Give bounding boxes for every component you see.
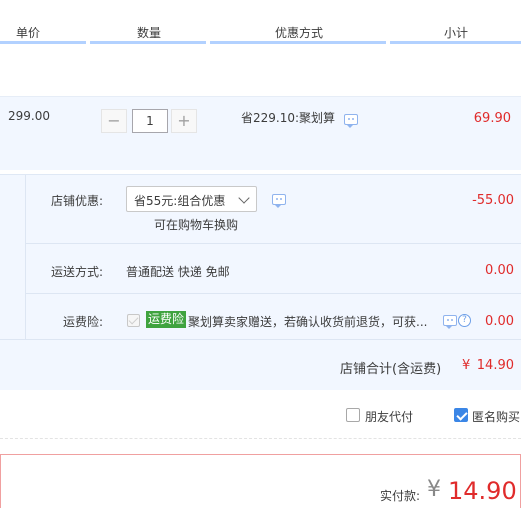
- row-divider: [26, 293, 521, 294]
- shop-discount-hint: 可在购物车换购: [154, 218, 239, 232]
- anonymous-purchase-label[interactable]: 匿名购买: [472, 408, 520, 425]
- friend-pay-checkbox[interactable]: [346, 408, 360, 422]
- order-options: 朋友代付 匿名购买: [0, 391, 521, 439]
- shop-section: 店铺优惠: 省55元:组合优惠 可在购物车换购 -55.00 运送方式: 普通配…: [0, 174, 521, 390]
- chat-icon[interactable]: [344, 114, 358, 128]
- shipping-label: 运送方式:: [51, 265, 104, 279]
- payment-currency: ¥: [427, 477, 441, 502]
- header-divider: [210, 41, 386, 44]
- shop-discount-select-value: 省55元:组合优惠: [134, 194, 226, 208]
- shop-discount-select[interactable]: 省55元:组合优惠: [126, 186, 257, 212]
- quantity-input[interactable]: 1: [132, 109, 168, 133]
- insurance-label: 运费险:: [63, 315, 104, 329]
- shipping-amount: 0.00: [485, 263, 514, 278]
- payment-summary: 实付款: ¥ 14.90: [0, 454, 521, 508]
- increase-quantity-button[interactable]: +: [171, 109, 197, 133]
- chevron-down-icon: [238, 192, 250, 204]
- item-row: 299.00 − 1 + 省229.10:聚划算 69.90: [0, 96, 521, 170]
- col-unit-price: 单价: [16, 26, 41, 40]
- item-subtotal: 69.90: [473, 111, 511, 126]
- chat-icon[interactable]: [443, 315, 457, 329]
- item-promo-text: 省229.10:聚划算: [241, 111, 336, 125]
- row-divider: [26, 243, 521, 244]
- insurance-description: 聚划算卖家赠送，若确认收货前退货，可获...: [188, 315, 428, 329]
- decrease-quantity-button[interactable]: −: [101, 109, 127, 133]
- col-quantity: 数量: [137, 26, 162, 40]
- table-header: 单价 数量 优惠方式 小计: [0, 0, 526, 44]
- shop-total-currency: ¥: [462, 358, 471, 373]
- shop-total-label: 店铺合计(含运费): [340, 362, 442, 377]
- insurance-checkbox[interactable]: [127, 314, 140, 327]
- payment-label: 实付款:: [380, 489, 421, 503]
- header-divider: [390, 41, 521, 44]
- quantity-stepper: − 1 +: [101, 109, 197, 133]
- col-subtotal: 小计: [444, 26, 469, 40]
- col-discount: 优惠方式: [275, 26, 324, 40]
- section-divider: [25, 175, 26, 339]
- shop-total-amount: 14.90: [476, 358, 514, 373]
- row-divider: [0, 339, 521, 340]
- friend-pay-label[interactable]: 朋友代付: [365, 408, 413, 425]
- header-divider: [0, 41, 86, 44]
- insurance-tag: 运费险: [146, 311, 187, 328]
- shipping-method: 普通配送 快递 免邮: [126, 265, 230, 279]
- help-icon[interactable]: ?: [458, 314, 471, 327]
- shop-discount-amount: -55.00: [472, 193, 514, 208]
- unit-price: 299.00: [8, 109, 50, 123]
- header-divider: [90, 41, 206, 44]
- anonymous-purchase-checkbox[interactable]: [454, 408, 468, 422]
- insurance-amount: 0.00: [485, 314, 514, 329]
- chat-icon[interactable]: [272, 194, 286, 208]
- payment-amount: 14.90: [448, 477, 517, 505]
- shop-discount-label: 店铺优惠:: [51, 194, 104, 208]
